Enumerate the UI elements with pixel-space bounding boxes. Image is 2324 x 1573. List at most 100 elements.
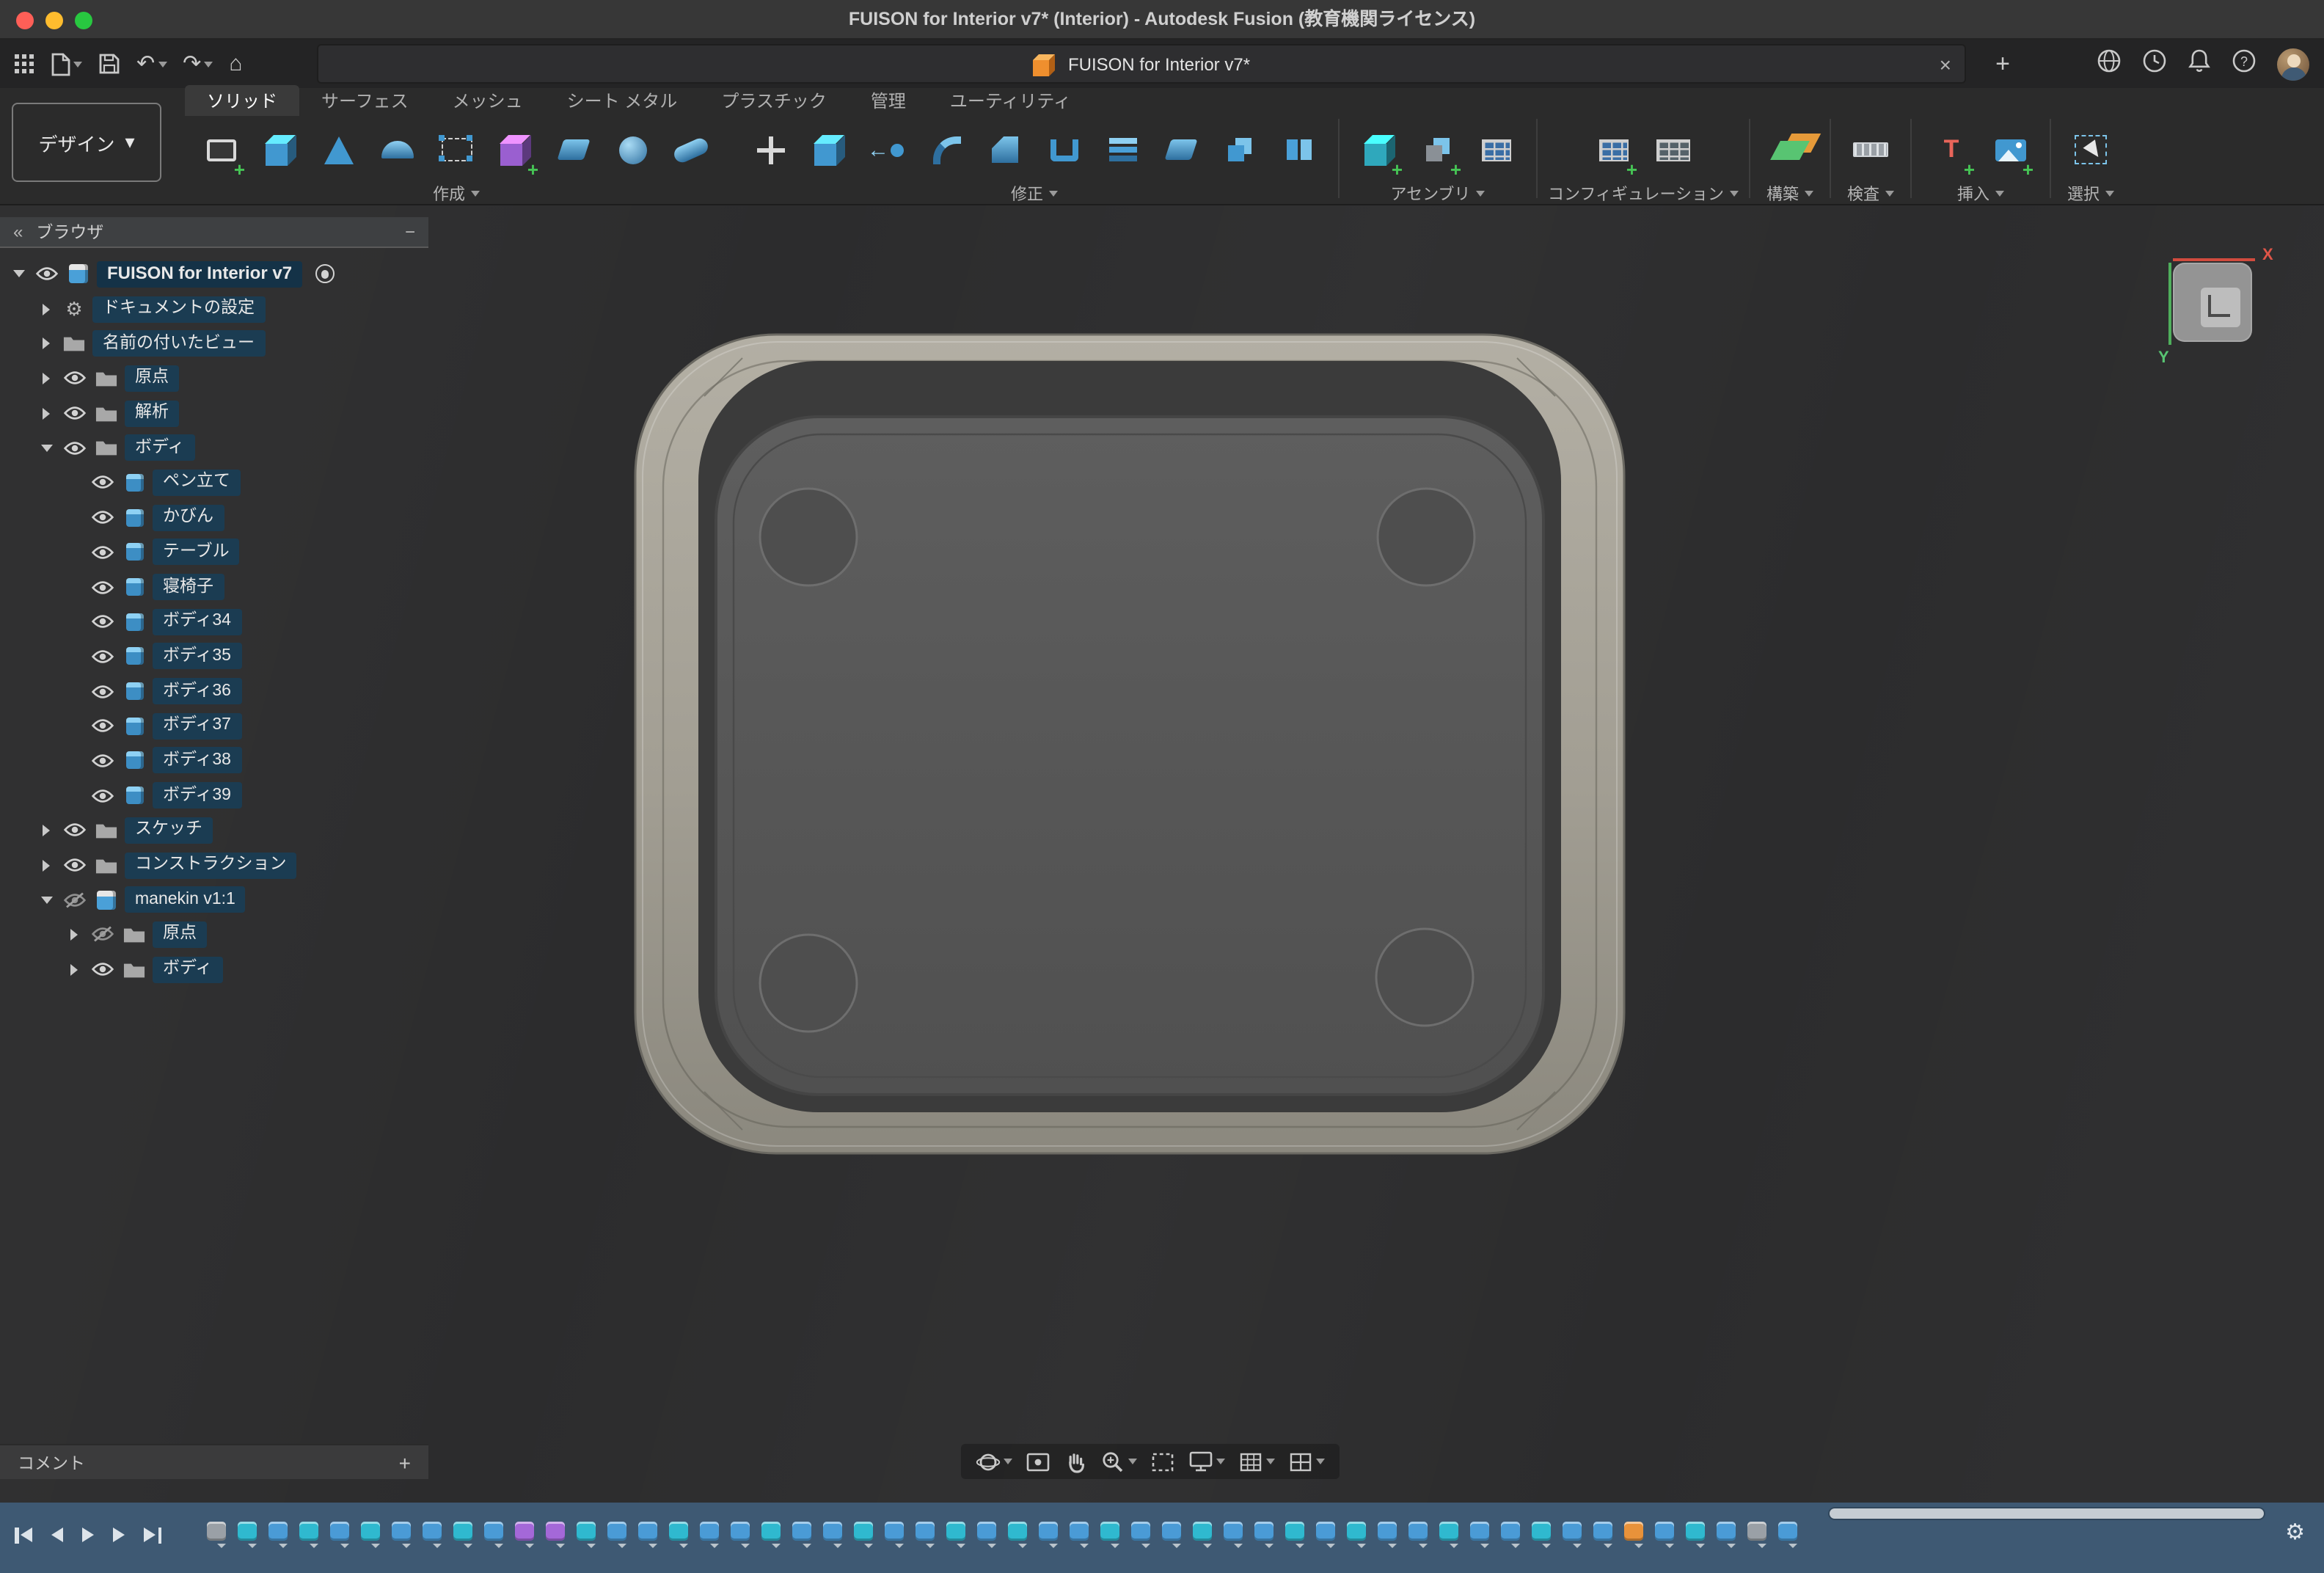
press-pull-button[interactable]: [800, 116, 858, 183]
tree-item-label[interactable]: かびん: [153, 504, 224, 530]
modify-group-label[interactable]: 修正: [1011, 183, 1058, 204]
help-button[interactable]: ?: [2232, 48, 2257, 80]
tree-row-body34[interactable]: ⚙ ボディ34: [0, 605, 428, 639]
tree-item-label[interactable]: ボディ38: [153, 748, 241, 774]
home-view-button[interactable]: ⌂: [229, 53, 242, 75]
redo-button[interactable]: ↷: [183, 53, 213, 75]
timeline-feature[interactable]: [359, 1522, 381, 1548]
timeline-feature[interactable]: [575, 1522, 597, 1548]
minimize-panel-icon[interactable]: −: [405, 222, 415, 242]
tree-row-origin[interactable]: ⚙ 原点: [0, 361, 428, 395]
job-status-button[interactable]: [2142, 48, 2167, 80]
tree-item-label[interactable]: ボディ37: [153, 713, 241, 740]
scrollbar-thumb[interactable]: [1830, 1508, 2264, 1519]
measure-button[interactable]: [1841, 116, 1900, 183]
timeline-feature[interactable]: [1284, 1522, 1306, 1548]
tree-row-table[interactable]: ⚙ テーブル: [0, 535, 428, 569]
tab-solid[interactable]: ソリッド: [185, 85, 299, 116]
timeline-feature[interactable]: [1469, 1522, 1491, 1548]
visibility-eye-icon[interactable]: [62, 405, 88, 421]
visibility-eye-icon[interactable]: [89, 613, 116, 629]
shell-button[interactable]: [1034, 116, 1093, 183]
pattern-button[interactable]: [427, 116, 486, 183]
timeline-feature[interactable]: [822, 1522, 844, 1548]
add-comment-button[interactable]: +: [399, 1450, 411, 1474]
timeline-feature[interactable]: [1499, 1522, 1521, 1548]
configuration-group-label[interactable]: コンフィギュレーション: [1548, 183, 1739, 204]
tab-surface[interactable]: サーフェス: [299, 85, 431, 116]
tree-item-label[interactable]: FUISON for Interior v7: [97, 261, 302, 288]
timeline-feature[interactable]: [883, 1522, 905, 1548]
visibility-eye-icon[interactable]: [89, 475, 116, 491]
visibility-eye-icon[interactable]: [89, 753, 116, 769]
timeline-feature[interactable]: [1530, 1522, 1552, 1548]
timeline-feature[interactable]: [1623, 1522, 1645, 1548]
timeline-step-back-button[interactable]: [51, 1528, 63, 1542]
pan-button[interactable]: [1064, 1449, 1087, 1474]
extension-globe-button[interactable]: [2097, 48, 2122, 80]
timeline-play-button[interactable]: [82, 1528, 94, 1542]
timeline-feature[interactable]: [1253, 1522, 1275, 1548]
tree-item-label[interactable]: ボディ35: [153, 643, 241, 670]
visibility-eye-icon[interactable]: [62, 891, 88, 908]
timeline-feature[interactable]: [698, 1522, 720, 1548]
new-component-button[interactable]: +: [1350, 116, 1408, 183]
timeline-feature[interactable]: [1315, 1522, 1337, 1548]
visibility-eye-icon[interactable]: [62, 371, 88, 387]
disclosure-arrow-icon[interactable]: [65, 929, 84, 941]
tree-row-body35[interactable]: ⚙ ボディ35: [0, 639, 428, 674]
data-panel-grid-button[interactable]: [15, 54, 34, 73]
tree-item-label[interactable]: manekin v1:1: [125, 886, 246, 913]
timeline-feature[interactable]: [483, 1522, 505, 1548]
disclosure-arrow-icon[interactable]: [37, 407, 56, 419]
tree-item-label[interactable]: ドキュメントの設定: [92, 296, 265, 322]
timeline-feature[interactable]: [637, 1522, 659, 1548]
tree-row-document-settings[interactable]: ⚙ ドキュメントの設定: [0, 291, 428, 326]
zoom-button[interactable]: [1100, 1449, 1137, 1474]
tab-mesh[interactable]: メッシュ: [431, 85, 545, 116]
insert-derive-button[interactable]: T+: [1922, 116, 1981, 183]
visibility-eye-icon[interactable]: [89, 718, 116, 734]
close-tab-button[interactable]: ×: [1940, 50, 1951, 79]
timeline-feature[interactable]: [1746, 1522, 1768, 1548]
timeline-feature[interactable]: [914, 1522, 936, 1548]
timeline-feature[interactable]: [1130, 1522, 1152, 1548]
visibility-eye-icon[interactable]: [89, 649, 116, 665]
configuration-table-button[interactable]: [1643, 116, 1702, 183]
timeline-feature[interactable]: [236, 1522, 258, 1548]
tree-row-body36[interactable]: ⚙ ボディ36: [0, 674, 428, 709]
timeline-feature[interactable]: [1684, 1522, 1706, 1548]
visibility-eye-icon[interactable]: [89, 683, 116, 699]
document-tab[interactable]: FUISON for Interior v7* ×: [317, 44, 1966, 84]
timeline-feature[interactable]: [1161, 1522, 1183, 1548]
timeline-feature[interactable]: [852, 1522, 874, 1548]
tree-row-pen-stand[interactable]: ⚙ ペン立て: [0, 465, 428, 500]
timeline-feature[interactable]: [1438, 1522, 1460, 1548]
visibility-eye-icon[interactable]: [89, 579, 116, 595]
disclosure-arrow-icon[interactable]: [37, 373, 56, 384]
joint-button[interactable]: +: [1408, 116, 1467, 183]
tree-item-label[interactable]: テーブル: [153, 539, 240, 566]
timeline-feature[interactable]: [298, 1522, 320, 1548]
assemble-group-label[interactable]: アセンブリ: [1391, 183, 1486, 204]
timeline-feature[interactable]: [1037, 1522, 1059, 1548]
timeline-feature[interactable]: [421, 1522, 443, 1548]
visibility-eye-icon[interactable]: [89, 544, 116, 561]
user-avatar[interactable]: [2277, 48, 2309, 80]
timeline-feature[interactable]: [452, 1522, 474, 1548]
tree-item-label[interactable]: 名前の付いたビュー: [92, 330, 265, 357]
disclosure-arrow-icon[interactable]: [65, 963, 84, 975]
create-form-button[interactable]: +: [486, 116, 544, 183]
timeline-feature[interactable]: [729, 1522, 751, 1548]
visibility-eye-icon[interactable]: [89, 509, 116, 525]
sweep-button[interactable]: [544, 116, 603, 183]
tree-item-label[interactable]: ボディ34: [153, 608, 241, 635]
new-document-tab-button[interactable]: +: [1984, 44, 2022, 84]
view-cube-corner-widget[interactable]: [2201, 288, 2240, 327]
orbit-button[interactable]: [976, 1449, 1012, 1474]
pipe-button[interactable]: [662, 116, 720, 183]
timeline-feature[interactable]: [390, 1522, 412, 1548]
tree-row-body37[interactable]: ⚙ ボディ37: [0, 709, 428, 743]
box-button[interactable]: [251, 116, 310, 183]
disclosure-arrow-icon[interactable]: [9, 271, 28, 278]
